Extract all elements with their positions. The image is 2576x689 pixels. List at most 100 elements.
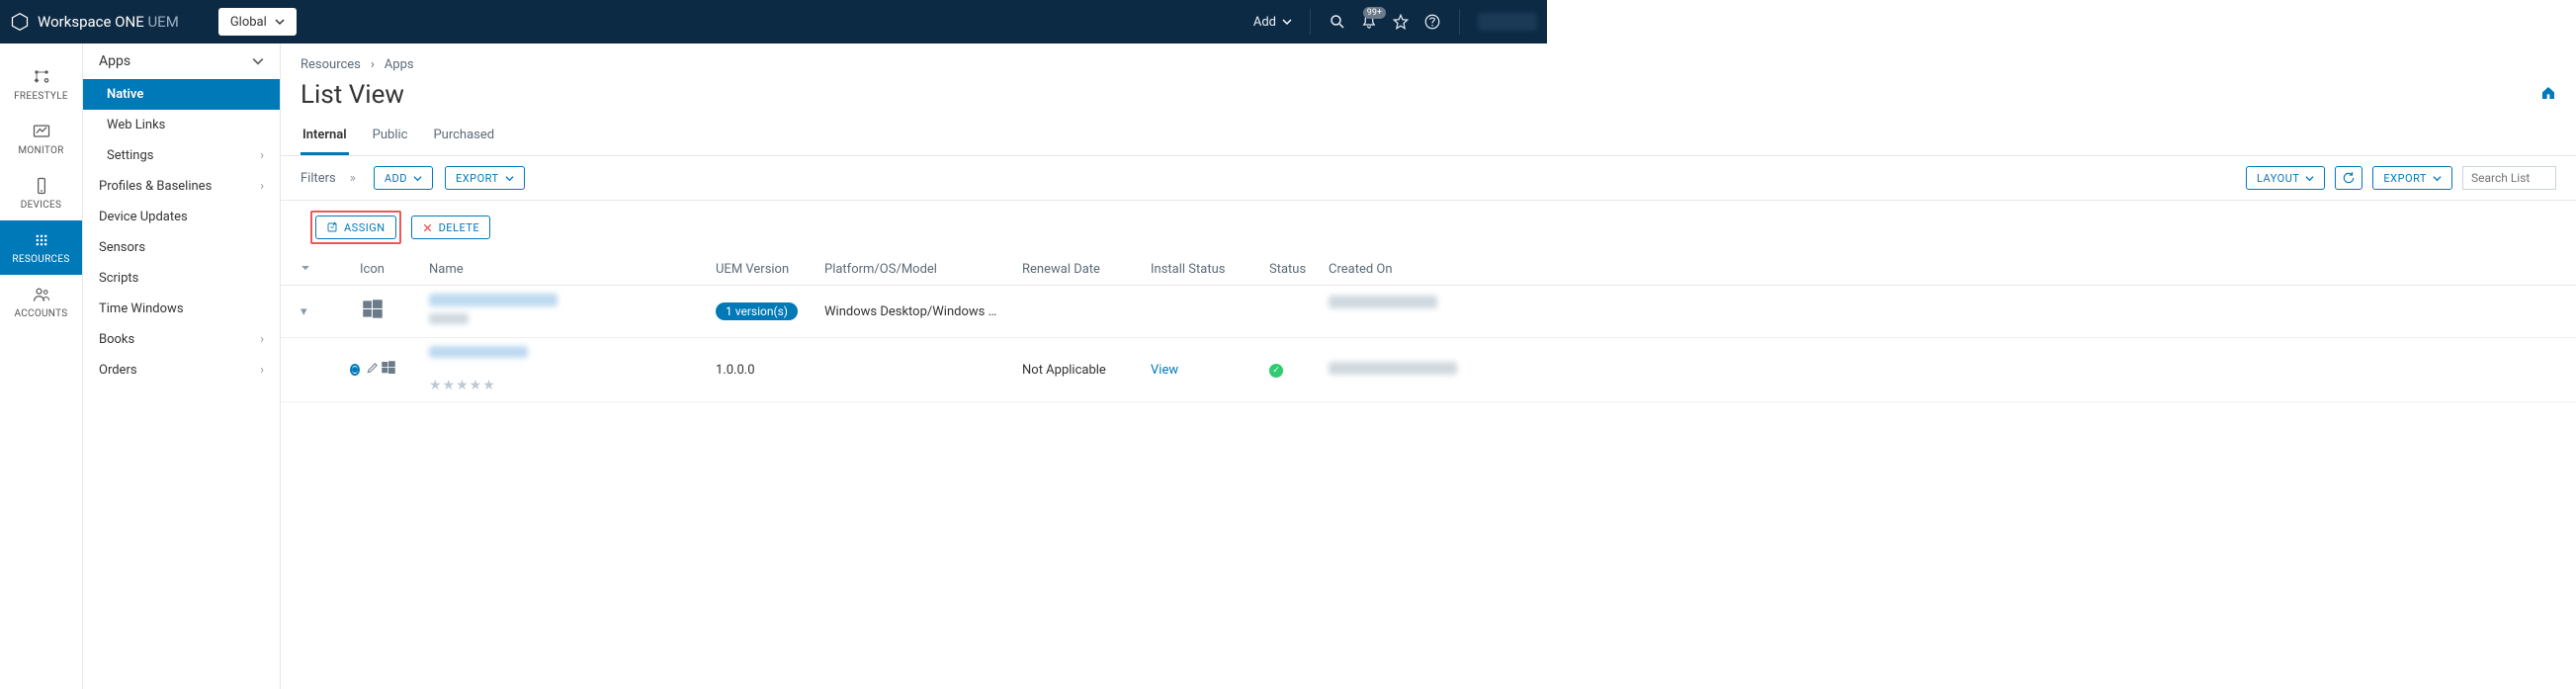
sidebar-item-weblinks[interactable]: Web Links — [83, 110, 280, 140]
refresh-button[interactable] — [2335, 166, 2362, 190]
help-icon[interactable] — [1423, 13, 1441, 31]
col-install[interactable]: Install Status — [1151, 262, 1269, 277]
layout-button[interactable]: LAYOUT — [2246, 166, 2325, 190]
rail-monitor[interactable]: MONITOR — [0, 112, 82, 166]
devices-icon — [32, 176, 51, 196]
sidebar-item-orders[interactable]: Orders› — [83, 355, 280, 386]
row-collapse-toggle[interactable]: ▾ — [301, 304, 307, 319]
table-row: ██████ █████ ██ ★★★★★ 1.0.0.0 Not Applic… — [281, 338, 2576, 402]
rail-devices[interactable]: DEVICES — [0, 166, 82, 220]
status-ok-icon: ✓ — [1269, 364, 1283, 378]
app-name[interactable]: ██████ █████ ██ — [429, 346, 528, 358]
sort-icon[interactable] — [301, 263, 310, 273]
tab-purchased[interactable]: Purchased — [431, 120, 496, 155]
search-icon[interactable] — [1329, 13, 1346, 31]
main-content: Resources › Apps List View Internal Publ… — [281, 43, 2576, 689]
col-name[interactable]: Name — [429, 262, 716, 277]
sidebar-item-profiles[interactable]: Profiles & Baselines› — [83, 171, 280, 202]
accounts-icon — [32, 285, 51, 304]
export-button[interactable]: EXPORT — [445, 166, 525, 190]
delete-button[interactable]: DELETE — [411, 215, 491, 239]
rail-resources[interactable]: RESOURCES — [0, 220, 82, 275]
add-menu[interactable]: Add — [1253, 15, 1292, 30]
sidebar-item-device-updates[interactable]: Device Updates — [83, 202, 280, 232]
platform-cell: Windows Desktop/Windows … — [824, 304, 1022, 319]
tab-public[interactable]: Public — [371, 120, 410, 155]
star-icon[interactable] — [1392, 13, 1410, 31]
windows-icon — [360, 297, 386, 322]
chevron-down-icon — [2433, 174, 2442, 183]
table-header: Icon Name UEM Version Platform/OS/Model … — [281, 254, 2576, 286]
sidebar-item-settings[interactable]: Settings› — [83, 140, 280, 171]
monitor-icon — [32, 122, 51, 141]
product-name: Workspace ONE UEM — [38, 13, 179, 31]
renewal-cell: Not Applicable — [1022, 363, 1151, 378]
sidebar-item-native[interactable]: Native — [83, 79, 280, 110]
add-button[interactable]: ADD — [374, 166, 433, 190]
edit-icon[interactable] — [366, 361, 380, 379]
breadcrumb: Resources › Apps — [281, 43, 2576, 76]
page-title: List View — [301, 80, 404, 110]
table-row: ▾ ██████ █████ ██ ████ 1 version(s) Wind… — [281, 286, 2576, 338]
row-select-radio[interactable] — [350, 364, 360, 376]
sidebar-item-sensors[interactable]: Sensors — [83, 232, 280, 263]
assign-highlight: ASSIGN — [310, 211, 401, 244]
windows-icon — [380, 359, 397, 377]
tabs: Internal Public Purchased — [281, 120, 2576, 156]
install-status-link[interactable]: View — [1151, 363, 1178, 378]
top-header: Workspace ONE UEM Global Add 99+ — [0, 0, 1547, 43]
org-selector[interactable]: Global — [218, 8, 297, 36]
notification-badge: 99+ — [1363, 7, 1386, 19]
freestyle-icon — [32, 67, 51, 87]
divider — [1459, 9, 1460, 35]
chevron-down-icon — [413, 174, 422, 183]
breadcrumb-leaf[interactable]: Apps — [385, 57, 414, 72]
assign-button[interactable]: ASSIGN — [315, 215, 396, 239]
rating-stars: ★★★★★ — [429, 378, 496, 393]
search-input[interactable] — [2462, 166, 2556, 190]
home-icon[interactable] — [2540, 85, 2556, 105]
chevron-down-icon — [505, 174, 514, 183]
export-right-button[interactable]: EXPORT — [2372, 166, 2452, 190]
header-actions: Add 99+ — [1253, 9, 1537, 35]
toolbar: Filters » ADD EXPORT LAYOUT EXPORT — [281, 156, 2576, 201]
rail-freestyle[interactable]: FREESTYLE — [0, 57, 82, 112]
chevron-down-icon — [252, 55, 264, 67]
filters-toggle[interactable]: Filters » — [301, 171, 356, 186]
col-created[interactable]: Created On — [1329, 262, 2556, 277]
bell-icon[interactable]: 99+ — [1360, 13, 1378, 31]
chevron-down-icon — [1282, 17, 1292, 27]
app-name-sub: ████ — [429, 313, 469, 324]
tab-internal[interactable]: Internal — [301, 120, 349, 155]
chevron-right-icon: › — [260, 363, 264, 378]
sidebar-heading-apps[interactable]: Apps — [83, 43, 280, 79]
col-renewal[interactable]: Renewal Date — [1022, 262, 1151, 277]
chevron-right-icon: › — [260, 332, 264, 347]
created-cell: ██████ ████ ██ — [1329, 362, 1457, 375]
sidebar-item-time-windows[interactable]: Time Windows — [83, 294, 280, 324]
hexagon-logo-icon — [10, 12, 30, 32]
selection-toolbar: ASSIGN DELETE — [281, 201, 2576, 254]
sidebar-item-books[interactable]: Books› — [83, 324, 280, 355]
sidebar: Apps Native Web Links Settings› Profiles… — [83, 43, 281, 689]
tenant-indicator[interactable] — [1478, 13, 1537, 31]
col-status[interactable]: Status — [1269, 262, 1329, 277]
created-cell: ██████ ████ ██ — [1329, 296, 1437, 308]
divider — [1310, 9, 1311, 35]
chevron-right-icon: › — [260, 179, 264, 194]
chevron-down-icon — [2305, 174, 2314, 183]
version-badge: 1 version(s) — [716, 302, 798, 320]
rail-accounts[interactable]: ACCOUNTS — [0, 275, 82, 329]
chevron-down-icon — [275, 17, 285, 27]
col-uem-version[interactable]: UEM Version — [716, 262, 824, 277]
sidebar-item-scripts[interactable]: Scripts — [83, 263, 280, 294]
col-icon[interactable]: Icon — [360, 262, 429, 277]
app-name[interactable]: ██████ █████ ██ — [429, 294, 558, 306]
left-rail: FREESTYLE MONITOR DEVICES RESOURCES ACCO… — [0, 43, 83, 689]
breadcrumb-root[interactable]: Resources — [301, 57, 361, 72]
product-logo: Workspace ONE UEM — [10, 12, 179, 32]
chevron-right-icon: › — [371, 57, 375, 72]
x-icon — [422, 222, 433, 233]
col-platform[interactable]: Platform/OS/Model — [824, 262, 1022, 277]
assign-icon — [326, 221, 338, 233]
